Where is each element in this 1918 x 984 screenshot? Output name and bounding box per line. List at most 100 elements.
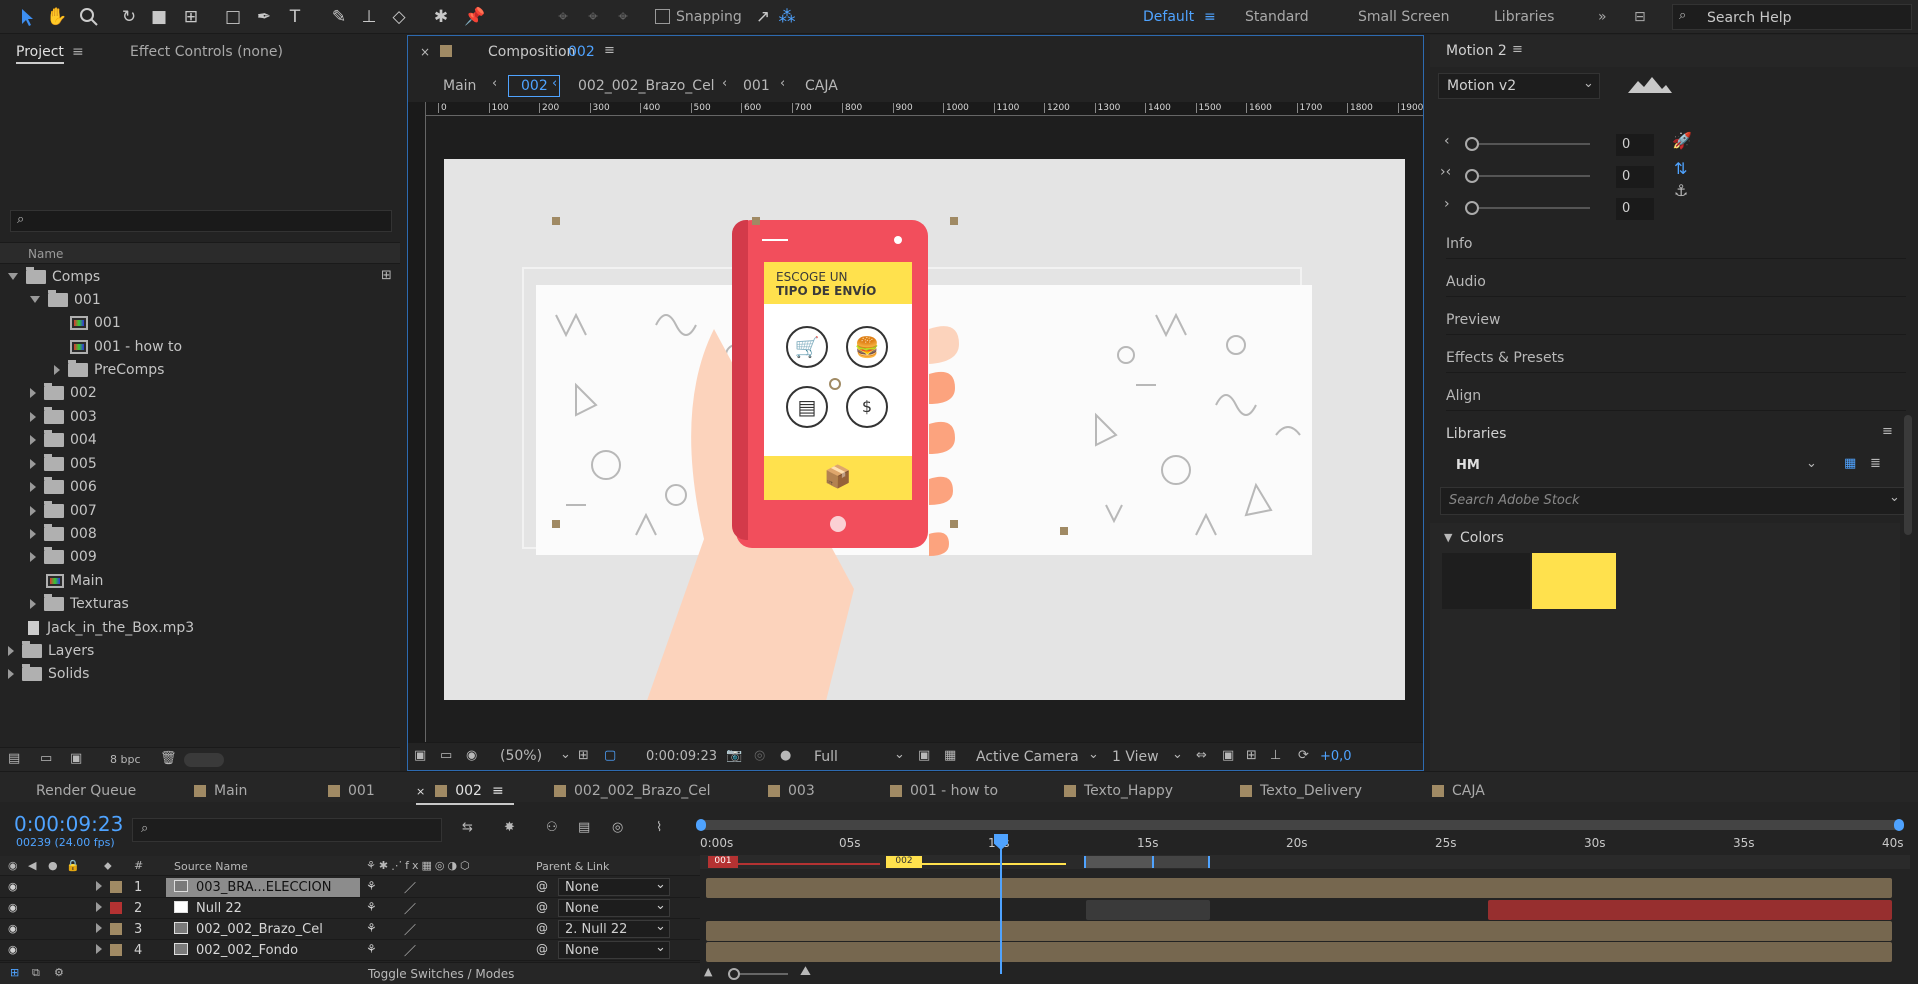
- panel-audio[interactable]: Audio: [1446, 261, 1906, 297]
- slider-knob-3[interactable]: [1465, 201, 1479, 215]
- libraries-title[interactable]: Libraries: [1446, 426, 1506, 442]
- breadcrumb-001[interactable]: 001: [743, 78, 770, 94]
- mountain-icon[interactable]: [1628, 77, 1672, 93]
- workspace-standard[interactable]: Standard: [1245, 9, 1309, 25]
- list-view-icon[interactable]: ≣: [1870, 456, 1881, 471]
- type-tool-icon[interactable]: T: [282, 4, 308, 30]
- layer-handle[interactable]: [552, 520, 560, 528]
- expand-icon[interactable]: [30, 481, 36, 492]
- expand-icon[interactable]: [8, 668, 14, 679]
- always-preview-icon[interactable]: ▣: [414, 748, 426, 763]
- work-area-end[interactable]: [1894, 819, 1904, 831]
- reset-exposure-icon[interactable]: ⟳: [1298, 748, 1309, 763]
- quality-switch-icon[interactable]: ／: [404, 879, 416, 896]
- expand-icon[interactable]: [30, 434, 36, 445]
- axis-view-icon[interactable]: ⌖: [610, 4, 636, 30]
- rotate-tool-icon[interactable]: ↻: [116, 4, 142, 30]
- quality-switch-icon[interactable]: ／: [404, 900, 416, 917]
- thumbnail-slider[interactable]: [184, 753, 224, 767]
- parent-dropdown[interactable]: None ⌄: [558, 898, 670, 917]
- exposure-value[interactable]: +0,0: [1320, 749, 1352, 764]
- layer-row[interactable]: ◉ 1 003_BRA...ELECCION ⚘ ／ @ None ⌄: [0, 877, 700, 898]
- tree-item-008[interactable]: 008: [0, 522, 400, 545]
- work-area-bar[interactable]: [700, 820, 1900, 830]
- new-composition-icon[interactable]: ▣: [70, 751, 82, 766]
- layer-name-cell[interactable]: 003_BRA...ELECCION: [166, 878, 360, 897]
- tree-item-003[interactable]: 003: [0, 405, 400, 428]
- axis-local-icon[interactable]: ⌖: [550, 4, 576, 30]
- name-column-header[interactable]: Name: [28, 247, 63, 261]
- tree-item-001-folder[interactable]: 001: [0, 288, 400, 311]
- sync-settings-icon[interactable]: ⊟: [1634, 9, 1646, 25]
- composition-tab-name[interactable]: 002: [568, 44, 595, 60]
- tree-item-texturas[interactable]: Texturas: [0, 592, 400, 615]
- slider-track-1[interactable]: [1470, 143, 1590, 145]
- show-snapshot-icon[interactable]: ◎: [754, 748, 765, 763]
- quality-switch-icon[interactable]: ／: [404, 921, 416, 938]
- delete-icon[interactable]: 🗑: [160, 751, 177, 766]
- time-ruler[interactable]: 0:00s05s10s15s20s25s30s35s40s: [700, 834, 1910, 854]
- grid-view-icon[interactable]: ▦: [1844, 456, 1856, 471]
- layer-handle[interactable]: [950, 520, 958, 528]
- layer-switches-icon[interactable]: ⊞: [10, 966, 19, 979]
- shy-switch-icon[interactable]: ⚘: [366, 900, 377, 914]
- tree-item-precomps[interactable]: PreComps: [0, 358, 400, 381]
- shy-switch-icon[interactable]: ⚘: [366, 942, 377, 956]
- panel-menu-icon[interactable]: ≡: [604, 43, 615, 58]
- breadcrumb-main[interactable]: Main: [443, 78, 476, 94]
- region-icon[interactable]: ▣: [918, 748, 930, 763]
- more-workspaces-icon[interactable]: »: [1598, 9, 1607, 25]
- label-color-swatch[interactable]: [110, 881, 122, 893]
- frame-blending-icon[interactable]: ▤: [578, 820, 590, 835]
- region-of-interest-icon[interactable]: ▢: [604, 748, 616, 763]
- anchor-icon[interactable]: ⚓: [1674, 181, 1688, 200]
- tab-project[interactable]: Project: [16, 44, 64, 64]
- vertical-ruler[interactable]: [408, 102, 426, 742]
- tab-caja[interactable]: CAJA: [1432, 783, 1485, 799]
- color-swatch-yellow[interactable]: [1532, 553, 1616, 609]
- timeline-timecode[interactable]: 0:00:09:23: [14, 812, 123, 836]
- slider-value-3[interactable]: 0: [1616, 198, 1654, 220]
- marker-range-block[interactable]: [1084, 856, 1154, 868]
- pickwhip-icon[interactable]: @: [536, 921, 548, 935]
- collapse-icon[interactable]: ▼: [1444, 531, 1452, 544]
- chevron-down-icon[interactable]: ⌄: [560, 747, 571, 762]
- label-color-swatch[interactable]: [110, 923, 122, 935]
- views-dropdown[interactable]: 1 View: [1112, 749, 1159, 765]
- horizontal-ruler[interactable]: 0 100 200 300 400 500 600 700 800 900 1000 1100 1200…: [426, 102, 1423, 116]
- expand-icon[interactable]: [30, 505, 36, 516]
- tree-item-001-how-to[interactable]: 001 - how to: [0, 335, 400, 358]
- ease-out-icon[interactable]: ›: [1444, 196, 1450, 212]
- pickwhip-icon[interactable]: @: [536, 900, 548, 914]
- launch-icon[interactable]: 🚀: [1672, 131, 1692, 150]
- layer-name-cell[interactable]: Null 22: [166, 899, 360, 918]
- eye-icon[interactable]: ◉: [8, 922, 18, 935]
- roto-brush-tool-icon[interactable]: ✱: [428, 4, 454, 30]
- tab-brazo-cel[interactable]: 002_002_Brazo_Cel: [554, 783, 711, 799]
- marker-002[interactable]: 002: [886, 856, 922, 868]
- panel-menu-icon[interactable]: ≡: [1512, 42, 1523, 57]
- ease-in-icon[interactable]: ‹: [1444, 133, 1450, 149]
- pickwhip-icon[interactable]: @: [536, 879, 548, 893]
- new-folder-icon[interactable]: ▭: [40, 751, 52, 766]
- bit-depth-label[interactable]: 8 bpc: [110, 753, 141, 766]
- selection-tool-icon[interactable]: [14, 4, 40, 30]
- zoom-slider-knob[interactable]: [728, 968, 740, 980]
- pen-tool-icon[interactable]: ✒: [251, 4, 277, 30]
- project-search-input[interactable]: ⌕: [10, 210, 392, 232]
- axis-world-icon[interactable]: ⌖: [580, 4, 606, 30]
- shy-switch-icon[interactable]: ⚘: [366, 879, 377, 893]
- chevron-down-icon[interactable]: ⌄: [894, 747, 905, 762]
- tree-item-005[interactable]: 005: [0, 452, 400, 475]
- toggle-pixel-aspect-icon[interactable]: ⇔: [1196, 748, 1207, 763]
- expand-icon[interactable]: [30, 296, 40, 303]
- slider-value-2[interactable]: 0: [1616, 166, 1654, 188]
- hide-shy-layers-icon[interactable]: ⚇: [546, 820, 558, 835]
- snapshot-icon[interactable]: 📷: [726, 748, 742, 763]
- tab-002[interactable]: × 002 ≡: [416, 783, 504, 799]
- panel-info[interactable]: Info: [1446, 223, 1906, 259]
- display-icon[interactable]: ▭: [440, 748, 452, 763]
- panel-menu-icon[interactable]: ≡: [72, 44, 84, 60]
- tree-item-009[interactable]: 009: [0, 545, 400, 568]
- workspace-libraries[interactable]: Libraries: [1494, 9, 1554, 25]
